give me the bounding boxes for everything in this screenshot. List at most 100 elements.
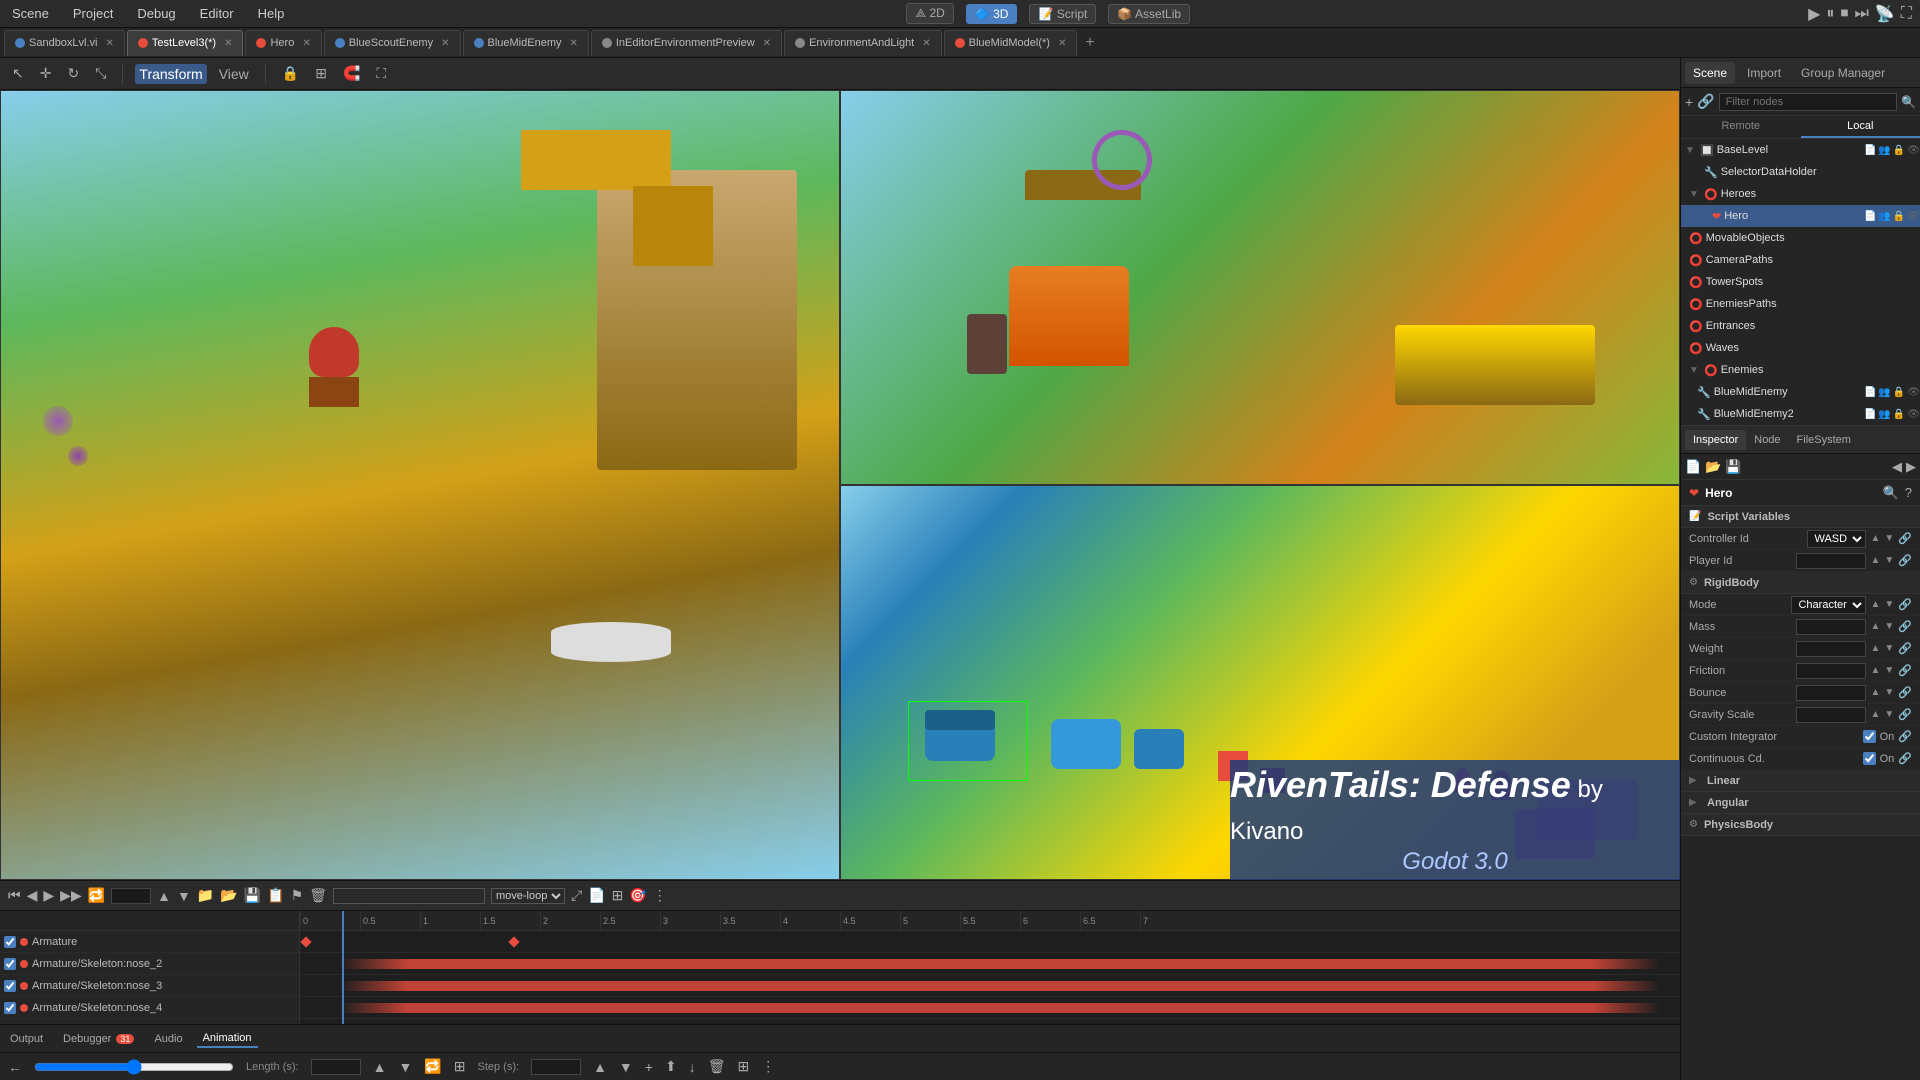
scale-tool-button[interactable]: ⤡ bbox=[91, 63, 110, 84]
mode-assetlib-button[interactable]: 📦 AssetLib bbox=[1108, 4, 1190, 24]
tree-item-hero[interactable]: ❤ Hero 📄 👥 🔒 👁 bbox=[1681, 205, 1920, 227]
tl-zoom-fit[interactable]: ⤢ bbox=[571, 887, 582, 904]
mode-2d-button[interactable]: ⟁ 2D bbox=[906, 3, 953, 24]
tl-add-track[interactable]: 📁 bbox=[197, 887, 214, 904]
prop-spin-player-id-down[interactable]: ▼ bbox=[1884, 555, 1894, 566]
tab-hero[interactable]: Hero ✕ bbox=[245, 30, 321, 56]
tree-item-waves[interactable]: ⭕ Waves bbox=[1681, 337, 1920, 359]
tree-action-bme2-group[interactable]: 👥 bbox=[1878, 409, 1890, 420]
tl-animation-select[interactable]: move-loop bbox=[491, 888, 565, 904]
pause-button[interactable]: ⏸ bbox=[1826, 4, 1834, 24]
transform-button[interactable]: Transform bbox=[135, 64, 206, 84]
tab-bluemidmodel[interactable]: BlueMidModel(*) ✕ bbox=[944, 30, 1078, 56]
track-checkbox-nose2[interactable] bbox=[4, 958, 16, 970]
tree-item-enemies[interactable]: ▼ ⭕ Enemies bbox=[1681, 359, 1920, 381]
add-track-button[interactable]: + bbox=[645, 1059, 653, 1075]
tree-action-hero-script[interactable]: 📄 bbox=[1864, 211, 1876, 222]
section-linear[interactable]: ▶ Linear bbox=[1681, 770, 1920, 792]
track-timeline[interactable]: 0 0.5 1 1.5 2 2.5 3 3.5 4 4.5 5 5.5 bbox=[300, 911, 1680, 1024]
tree-action-script[interactable]: 📄 bbox=[1864, 145, 1876, 156]
prop-link-friction[interactable]: 🔗 bbox=[1898, 664, 1912, 677]
prop-spin-player-id-up[interactable]: ▲ bbox=[1870, 555, 1880, 566]
play-button[interactable]: ▶ bbox=[1808, 4, 1820, 24]
tree-item-movableobjects[interactable]: ⭕ MovableObjects bbox=[1681, 227, 1920, 249]
tl-options[interactable]: ⋮ bbox=[653, 887, 667, 904]
inspector-tab-filesystem[interactable]: FileSystem bbox=[1789, 430, 1859, 450]
inspector-next-button[interactable]: ▶ bbox=[1906, 459, 1916, 475]
section-script-variables[interactable]: 📝 Script Variables bbox=[1681, 506, 1920, 528]
tl-anim-up[interactable]: ▲ bbox=[157, 888, 171, 904]
tl-delete[interactable]: 🗑 bbox=[309, 887, 327, 904]
track-checkbox-armature[interactable] bbox=[4, 936, 16, 948]
prop-link-mode[interactable]: 🔗 bbox=[1898, 598, 1912, 611]
prop-spin-weight-down[interactable]: ▼ bbox=[1884, 643, 1894, 654]
tl-rewind-button[interactable]: ⏮ bbox=[8, 887, 21, 904]
prop-spin-mass-up[interactable]: ▲ bbox=[1870, 621, 1880, 632]
step-spin-down[interactable]: ▼ bbox=[619, 1059, 633, 1075]
tree-item-camerapaths[interactable]: ⭕ CameraPaths bbox=[1681, 249, 1920, 271]
prop-link-bounce[interactable]: 🔗 bbox=[1898, 686, 1912, 699]
prop-spin-friction-up[interactable]: ▲ bbox=[1870, 665, 1880, 676]
prop-spin-mode-up[interactable]: ▲ bbox=[1870, 599, 1880, 610]
track-opts2-button[interactable]: ⋮ bbox=[761, 1058, 775, 1075]
bottom-tab-audio[interactable]: Audio bbox=[148, 1031, 188, 1047]
tab-close-sandboxlvl[interactable]: ✕ bbox=[106, 38, 114, 49]
tab-close-hero[interactable]: ✕ bbox=[302, 38, 310, 49]
grid-button[interactable]: ⊞ bbox=[311, 63, 331, 84]
add-node-button[interactable]: + bbox=[1685, 94, 1693, 110]
tree-action-eye[interactable]: 👁 bbox=[1907, 145, 1920, 156]
bottom-tab-animation[interactable]: Animation bbox=[197, 1030, 258, 1048]
scroll-bar[interactable] bbox=[34, 1059, 234, 1075]
add-tab-button[interactable]: + bbox=[1079, 34, 1100, 52]
select-tool-button[interactable]: ↖ bbox=[8, 63, 28, 84]
prop-spin-gravity-scale-down[interactable]: ▼ bbox=[1884, 709, 1894, 720]
tab-envandlight[interactable]: EnvironmentAndLight ✕ bbox=[784, 30, 942, 56]
scroll-left-button[interactable]: ← bbox=[8, 1059, 22, 1075]
scene-tab-groupmanager[interactable]: Group Manager bbox=[1793, 62, 1893, 84]
tree-action-bme-script[interactable]: 📄 bbox=[1864, 387, 1876, 398]
stop-button[interactable]: ⏹ bbox=[1840, 4, 1848, 24]
prop-checkbox-continuous-cd[interactable] bbox=[1863, 752, 1876, 765]
tree-action-hero-lock[interactable]: 🔒 bbox=[1893, 211, 1905, 222]
tl-next-key-button[interactable]: ▶▶ bbox=[60, 887, 82, 904]
expand-button[interactable]: ⛶ bbox=[372, 63, 390, 84]
viewport-top-right[interactable] bbox=[0, 90, 840, 880]
tab-bluemidenemy[interactable]: BlueMidEnemy ✕ bbox=[463, 30, 589, 56]
prop-link-player-id[interactable]: 🔗 bbox=[1898, 554, 1912, 567]
tree-action-bme2-eye[interactable]: 👁 bbox=[1907, 409, 1920, 420]
keyframe-armature-end[interactable] bbox=[508, 936, 519, 947]
prop-spin-controller-id-down[interactable]: ▼ bbox=[1884, 533, 1894, 544]
prop-spin-weight-up[interactable]: ▲ bbox=[1870, 643, 1880, 654]
section-physicsbody[interactable]: ⚙ PhysicsBody bbox=[1681, 814, 1920, 836]
tab-close-bluemidmodel[interactable]: ✕ bbox=[1058, 38, 1066, 49]
tl-anim-down[interactable]: ▼ bbox=[177, 888, 191, 904]
bottom-tab-debugger[interactable]: Debugger 31 bbox=[57, 1031, 140, 1047]
mode-3d-button[interactable]: 🔷 3D bbox=[966, 4, 1018, 24]
tab-sandboxlvl[interactable]: SandboxLvl.vi ✕ bbox=[4, 30, 125, 56]
prop-link-mass[interactable]: 🔗 bbox=[1898, 620, 1912, 633]
snap-button[interactable]: 🧲 bbox=[339, 63, 364, 84]
menu-scene[interactable]: Scene bbox=[8, 4, 53, 23]
inspector-tab-inspector[interactable]: Inspector bbox=[1685, 430, 1746, 450]
track-checkbox-nose4[interactable] bbox=[4, 1002, 16, 1014]
prop-link-gravity-scale[interactable]: 🔗 bbox=[1898, 708, 1912, 721]
lock-button[interactable]: 🔒 bbox=[278, 63, 303, 84]
tree-action-bme2-lock[interactable]: 🔒 bbox=[1893, 409, 1905, 420]
delete-all-button[interactable]: 🗑 bbox=[708, 1058, 726, 1075]
menu-help[interactable]: Help bbox=[254, 4, 289, 23]
tl-folder[interactable]: 📂 bbox=[220, 887, 237, 904]
inspector-new-button[interactable]: 📄 bbox=[1685, 459, 1701, 475]
track-checkbox-nose3[interactable] bbox=[4, 980, 16, 992]
tl-marker[interactable]: ⚑ bbox=[291, 887, 304, 904]
prop-input-friction[interactable]: 0 bbox=[1796, 663, 1866, 679]
tab-close-ineditorenv[interactable]: ✕ bbox=[763, 38, 771, 49]
step-button[interactable]: ⏭ bbox=[1854, 4, 1868, 24]
step-input[interactable]: 0.1 bbox=[531, 1059, 581, 1075]
prop-input-weight[interactable]: 4.9 bbox=[1796, 641, 1866, 657]
remote-button[interactable]: Remote bbox=[1681, 116, 1801, 138]
inspector-prev-button[interactable]: ◀ bbox=[1892, 459, 1902, 475]
inspector-open-button[interactable]: 📂 bbox=[1705, 459, 1721, 475]
viewport-top-left[interactable] bbox=[840, 90, 1680, 485]
tl-save[interactable]: 💾 bbox=[244, 887, 261, 904]
tl-animation-name-input[interactable]: move-loop bbox=[333, 888, 485, 904]
